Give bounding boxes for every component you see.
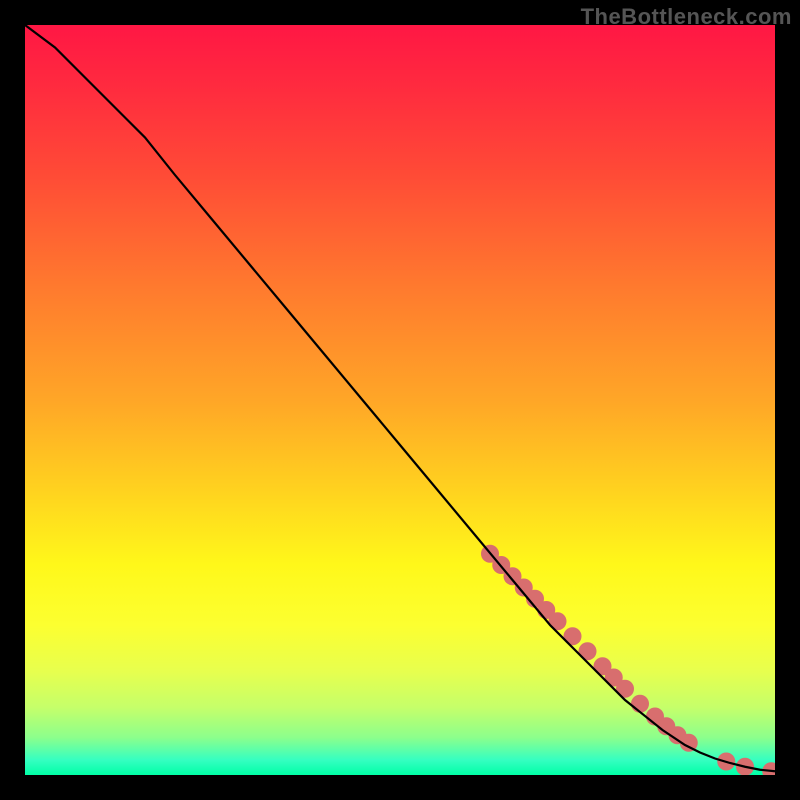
chart-svg: [25, 25, 775, 775]
plot-background: [25, 25, 775, 775]
chart-frame: TheBottleneck.com: [0, 0, 800, 800]
data-point: [631, 695, 649, 713]
